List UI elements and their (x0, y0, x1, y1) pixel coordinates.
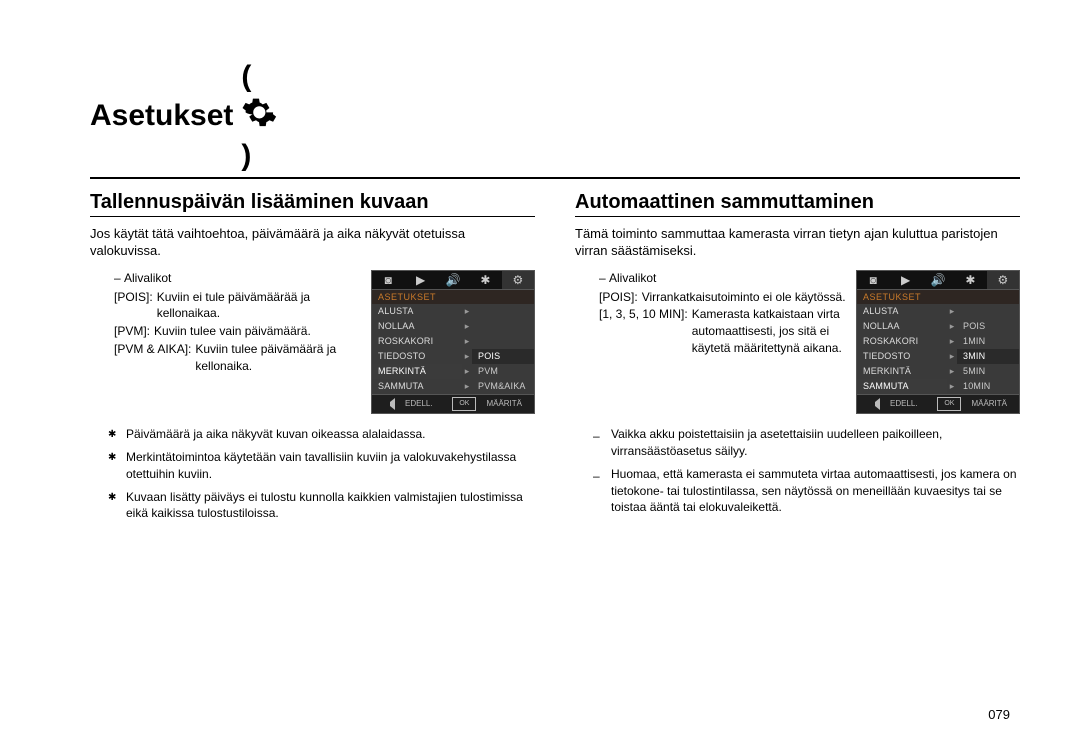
title-bar: Asetukset ( ) (90, 60, 1020, 179)
tab-icon: 🔊 (922, 271, 954, 289)
menu-header: ASETUKSET (857, 290, 1019, 304)
menu-header: ASETUKSET (372, 290, 534, 304)
gear-icon: ⚙ (502, 271, 534, 289)
ok-icon: OK (937, 397, 961, 411)
section-heading: Tallennuspäivän lisääminen kuvaan (90, 191, 535, 217)
gear-icon: ⚙ (987, 271, 1019, 289)
section-auto-shutdown: Automaattinen sammuttaminen Tämä toimint… (575, 191, 1020, 534)
note-item: Päivämäärä ja aika näkyvät kuvan oikeass… (112, 426, 535, 443)
left-arrow-icon (863, 398, 880, 410)
note-item: Kuvaan lisätty päiväys ei tulostu kunnol… (112, 489, 535, 523)
note-item: Huomaa, että kamerasta ei sammuteta virt… (597, 466, 1020, 516)
tab-icon: ▶ (889, 271, 921, 289)
left-arrow-icon (378, 398, 395, 410)
tab-icon: ◙ (372, 271, 404, 289)
section-date-imprint: Tallennuspäivän lisääminen kuvaan Jos kä… (90, 191, 535, 534)
camera-menu-screenshot: ◙ ▶ 🔊 ✱ ⚙ ASETUKSET ALUSTA▸ NOLLAA▸POIS … (856, 270, 1020, 414)
tab-icon: ▶ (404, 271, 436, 289)
notes-list: Päivämäärä ja aika näkyvät kuvan oikeass… (90, 426, 535, 522)
note-item: Merkintätoimintoa käytetään vain tavalli… (112, 449, 535, 483)
note-item: Vaikka akku poistettaisiin ja asetettais… (597, 426, 1020, 460)
camera-menu-screenshot: ◙ ▶ 🔊 ✱ ⚙ ASETUKSET ALUSTA▸ NOLLAA▸ ROSK… (371, 270, 535, 414)
ok-icon: OK (452, 397, 476, 411)
section-intro: Tämä toiminto sammuttaa kamerasta virran… (575, 225, 1020, 260)
tab-icon: ✱ (954, 271, 986, 289)
tab-icon: ✱ (469, 271, 501, 289)
section-heading: Automaattinen sammuttaminen (575, 191, 1020, 217)
tab-icon: 🔊 (437, 271, 469, 289)
notes-list: Vaikka akku poistettaisiin ja asetettais… (575, 426, 1020, 516)
submenu-definitions: – Alivalikot [POIS]:Kuviin ei tule päivä… (90, 270, 361, 375)
page-number: 079 (988, 707, 1010, 722)
tab-icon: ◙ (857, 271, 889, 289)
submenu-definitions: – Alivalikot [POIS]:Virrankatkaisutoimin… (575, 270, 846, 357)
section-intro: Jos käytät tätä vaihtoehtoa, päivämäärä … (90, 225, 535, 260)
page-title: Asetukset (90, 99, 233, 133)
gear-icon: ( ) (241, 60, 278, 173)
